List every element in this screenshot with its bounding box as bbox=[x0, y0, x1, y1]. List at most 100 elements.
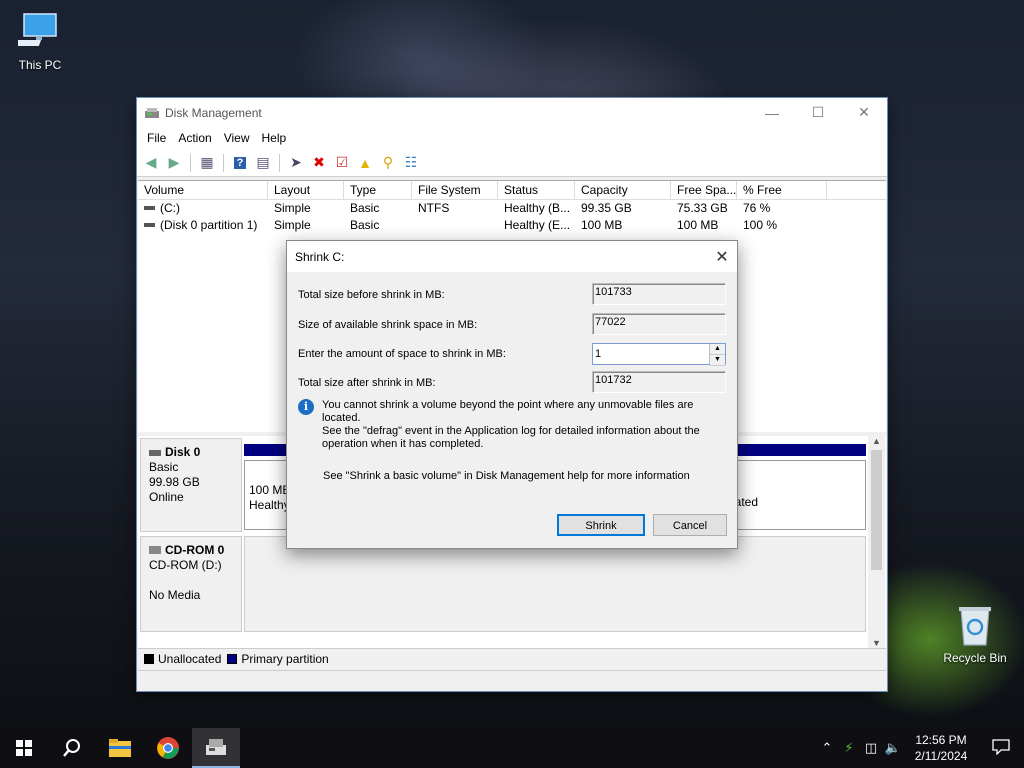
cell-layout: Simple bbox=[274, 201, 311, 215]
window-title: Disk Management bbox=[165, 105, 262, 120]
cancel-button[interactable]: Cancel bbox=[653, 514, 727, 536]
this-pc-label: This PC bbox=[18, 58, 62, 72]
column-percent-free[interactable]: % Free bbox=[737, 181, 827, 199]
settings-list-icon[interactable]: ☷ bbox=[401, 153, 421, 173]
shrink-button[interactable]: Shrink bbox=[557, 514, 645, 536]
enter-amount-label: Enter the amount of space to shrink in M… bbox=[298, 348, 506, 360]
minimize-icon: — bbox=[765, 104, 779, 121]
menu-file[interactable]: File bbox=[141, 131, 172, 145]
folder-up-icon[interactable]: ▲ bbox=[355, 153, 375, 173]
notification-button[interactable] bbox=[978, 738, 1024, 758]
table-row[interactable]: (Disk 0 partition 1) Simple Basic Health… bbox=[138, 217, 886, 234]
list-view-icon[interactable]: ▤ bbox=[253, 153, 273, 173]
menu-help[interactable]: Help bbox=[256, 131, 293, 145]
cdrom-icon bbox=[149, 546, 161, 554]
spin-down-icon[interactable]: ▼ bbox=[710, 355, 725, 366]
info-text: You cannot shrink a volume beyond the po… bbox=[322, 399, 728, 451]
toolbar-separator bbox=[223, 153, 224, 172]
delete-icon[interactable]: ✖ bbox=[309, 153, 329, 173]
disk-management-taskbar-button[interactable] bbox=[192, 728, 240, 768]
help-icon[interactable]: ? bbox=[230, 153, 250, 173]
network-icon[interactable]: ◫ bbox=[860, 740, 882, 756]
table-row[interactable]: (C:) Simple Basic NTFS Healthy (B... 99.… bbox=[138, 200, 886, 217]
file-explorer-button[interactable] bbox=[96, 728, 144, 768]
disk0-label[interactable]: Disk 0 Basic 99.98 GB Online bbox=[140, 438, 242, 532]
back-arrow-icon[interactable]: ◀ bbox=[141, 153, 161, 173]
this-pc-desktop-icon[interactable]: This PC bbox=[0, 10, 80, 72]
cell-capacity: 100 MB bbox=[581, 218, 623, 232]
total-before-field: 101733 bbox=[592, 283, 726, 305]
dialog-close-icon[interactable]: ✕ bbox=[707, 247, 737, 267]
maximize-button[interactable]: ☐ bbox=[795, 98, 841, 127]
menu-view[interactable]: View bbox=[218, 131, 256, 145]
shrink-amount-stepper[interactable]: ▲ ▼ bbox=[592, 343, 726, 366]
chevron-up-icon[interactable]: ⌃ bbox=[816, 740, 838, 756]
windows-icon bbox=[16, 740, 32, 756]
properties-icon[interactable]: ▦ bbox=[197, 153, 217, 173]
system-tray: ⌃ ⚡ ◫ 🔈 12:56 PM 2/11/2024 bbox=[816, 728, 1024, 768]
scroll-up-icon[interactable]: ▲ bbox=[868, 436, 885, 446]
network-activity-icon[interactable]: ⚡ bbox=[838, 740, 860, 756]
forward-arrow-icon[interactable]: ▶ bbox=[164, 153, 184, 173]
recycle-bin-desktop-icon[interactable]: Recycle Bin bbox=[935, 603, 1015, 665]
cdrom0-name: CD-ROM 0 bbox=[165, 543, 225, 557]
column-volume[interactable]: Volume bbox=[138, 181, 268, 199]
help-text: See "Shrink a basic volume" in Disk Mana… bbox=[323, 470, 690, 482]
column-capacity[interactable]: Capacity bbox=[575, 181, 671, 199]
search-button[interactable] bbox=[48, 728, 96, 768]
minimize-button[interactable]: — bbox=[749, 98, 795, 127]
shrink-amount-input[interactable] bbox=[593, 344, 709, 364]
recycle-bin-label: Recycle Bin bbox=[943, 651, 1007, 665]
cdrom0-drive: CD-ROM (D:) bbox=[149, 558, 222, 572]
scroll-down-icon[interactable]: ▼ bbox=[868, 638, 885, 648]
column-status[interactable]: Status bbox=[498, 181, 575, 199]
cdrom0-name-row: CD-ROM 0 bbox=[149, 543, 233, 558]
disk0-status: Online bbox=[149, 490, 184, 504]
scroll-thumb[interactable] bbox=[871, 450, 882, 570]
cell-free-space: 75.33 GB bbox=[677, 201, 728, 215]
dialog-titlebar[interactable]: Shrink C: ✕ bbox=[287, 241, 737, 272]
volume-muted-icon[interactable]: 🔈 bbox=[882, 740, 904, 756]
toolbar-separator bbox=[279, 153, 280, 172]
clock[interactable]: 12:56 PM 2/11/2024 bbox=[904, 732, 978, 764]
close-button[interactable]: ✕ bbox=[841, 98, 887, 127]
column-layout[interactable]: Layout bbox=[268, 181, 344, 199]
drive-icon bbox=[144, 223, 155, 227]
total-after-field: 101732 bbox=[592, 371, 726, 393]
disk-management-icon bbox=[145, 107, 159, 118]
toolbar: ◀ ▶ ▦ ? ▤ ➤ ✖ ☑ ▲ ⚲ ☷ bbox=[137, 149, 887, 177]
menu-action[interactable]: Action bbox=[172, 131, 217, 145]
recycle-bin-icon bbox=[959, 607, 991, 646]
cell-free-space: 100 MB bbox=[677, 218, 719, 232]
drive-icon bbox=[144, 206, 155, 210]
column-free-space[interactable]: Free Spa... bbox=[671, 181, 737, 199]
close-icon: ✕ bbox=[858, 104, 870, 120]
notification-icon bbox=[992, 738, 1010, 756]
cell-status: Healthy (E... bbox=[504, 218, 571, 232]
check-icon[interactable]: ☑ bbox=[332, 153, 352, 173]
window-titlebar[interactable]: Disk Management — ☐ ✕ bbox=[137, 98, 887, 127]
spin-buttons: ▲ ▼ bbox=[709, 344, 725, 366]
column-type[interactable]: Type bbox=[344, 181, 412, 199]
total-before-label: Total size before shrink in MB: bbox=[298, 289, 445, 301]
connect-icon[interactable]: ➤ bbox=[286, 153, 306, 173]
chrome-button[interactable] bbox=[144, 728, 192, 768]
info-text-line-3: operation when it has completed. bbox=[322, 438, 484, 450]
cell-percent-free: 100 % bbox=[743, 218, 778, 232]
total-after-label: Total size after shrink in MB: bbox=[298, 377, 436, 389]
cdrom0-spacer bbox=[149, 573, 233, 588]
cdrom0-label[interactable]: CD-ROM 0 CD-ROM (D:) No Media bbox=[140, 536, 242, 632]
start-button[interactable] bbox=[0, 728, 48, 768]
legend-bar: Unallocated Primary partition bbox=[138, 648, 886, 668]
taskbar: ⌃ ⚡ ◫ 🔈 12:56 PM 2/11/2024 bbox=[0, 728, 1024, 768]
cell-layout: Simple bbox=[274, 218, 311, 232]
disk0-size: 99.98 GB bbox=[149, 475, 200, 489]
column-file-system[interactable]: File System bbox=[412, 181, 498, 199]
chrome-icon bbox=[157, 737, 179, 759]
spin-up-icon[interactable]: ▲ bbox=[710, 344, 725, 355]
legend-unallocated: Unallocated bbox=[144, 652, 221, 666]
search-folder-icon[interactable]: ⚲ bbox=[378, 153, 398, 173]
dialog-title: Shrink C: bbox=[295, 249, 345, 264]
vertical-scrollbar[interactable]: ▲ ▼ bbox=[868, 436, 885, 648]
clock-date: 2/11/2024 bbox=[914, 749, 968, 763]
